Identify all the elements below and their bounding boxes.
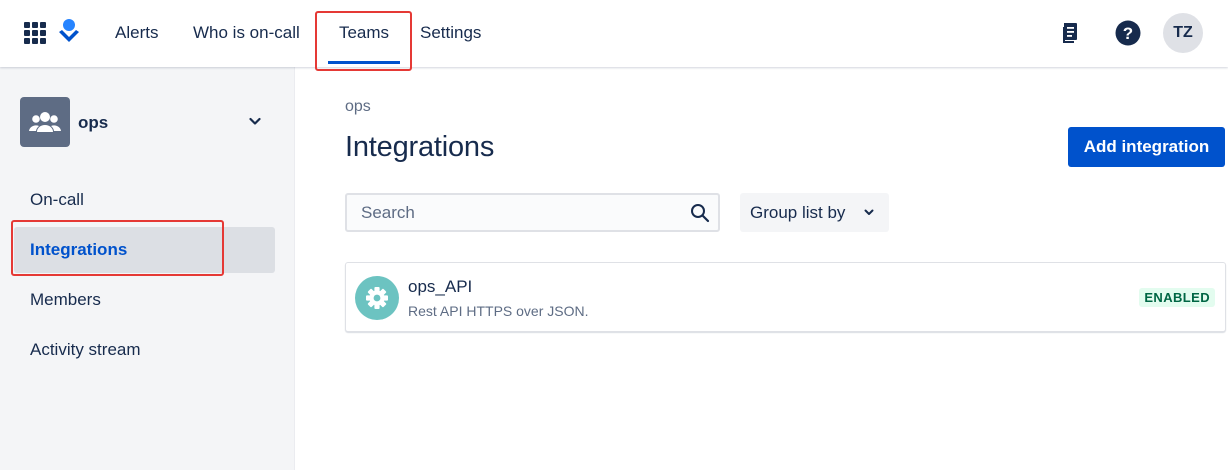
top-navigation: Alerts Who is on-call Teams Settings ? T…: [0, 0, 1228, 67]
integration-card[interactable]: ops_API Rest API HTTPS over JSON. ENABLE…: [345, 262, 1226, 332]
sidebar: ops On-call Integrations Members Activit…: [0, 67, 295, 470]
search-input[interactable]: [347, 195, 677, 230]
docs-icon[interactable]: [1058, 22, 1078, 44]
sidebar-item-members[interactable]: Members: [14, 277, 275, 323]
integration-description: Rest API HTTPS over JSON.: [408, 303, 589, 319]
search-box: [345, 193, 720, 232]
sidebar-item-integrations[interactable]: Integrations: [14, 227, 275, 273]
chevron-down-icon[interactable]: [247, 113, 263, 129]
search-icon[interactable]: [690, 203, 710, 223]
group-list-by-dropdown[interactable]: Group list by: [740, 193, 889, 232]
nav-alerts[interactable]: Alerts: [115, 0, 158, 66]
integration-icon: [355, 276, 399, 320]
nav-who-is-on-call[interactable]: Who is on-call: [193, 0, 300, 66]
nav-teams[interactable]: Teams: [328, 0, 400, 66]
nav-teams-label: Teams: [338, 23, 390, 42]
gear-icon: [366, 287, 388, 309]
user-avatar[interactable]: TZ: [1163, 13, 1203, 53]
sidebar-item-activity-stream[interactable]: Activity stream: [14, 327, 275, 373]
team-name: ops: [78, 113, 109, 132]
nav-settings[interactable]: Settings: [420, 0, 481, 66]
group-list-by-label: Group list by: [750, 203, 846, 222]
team-people-icon: [29, 112, 61, 132]
status-badge: ENABLED: [1139, 288, 1215, 307]
page-title: Integrations: [345, 131, 495, 163]
help-icon[interactable]: ?: [1115, 20, 1141, 46]
chevron-down-icon: [864, 209, 874, 215]
app-switcher-icon[interactable]: [24, 22, 46, 44]
team-avatar: [20, 97, 70, 147]
svg-text:?: ?: [1123, 24, 1133, 43]
sidebar-item-on-call[interactable]: On-call: [14, 177, 275, 223]
integration-name[interactable]: ops_API: [408, 277, 472, 297]
breadcrumb[interactable]: ops: [345, 98, 371, 116]
add-integration-button[interactable]: Add integration: [1068, 127, 1225, 167]
product-logo-icon[interactable]: [58, 18, 80, 46]
